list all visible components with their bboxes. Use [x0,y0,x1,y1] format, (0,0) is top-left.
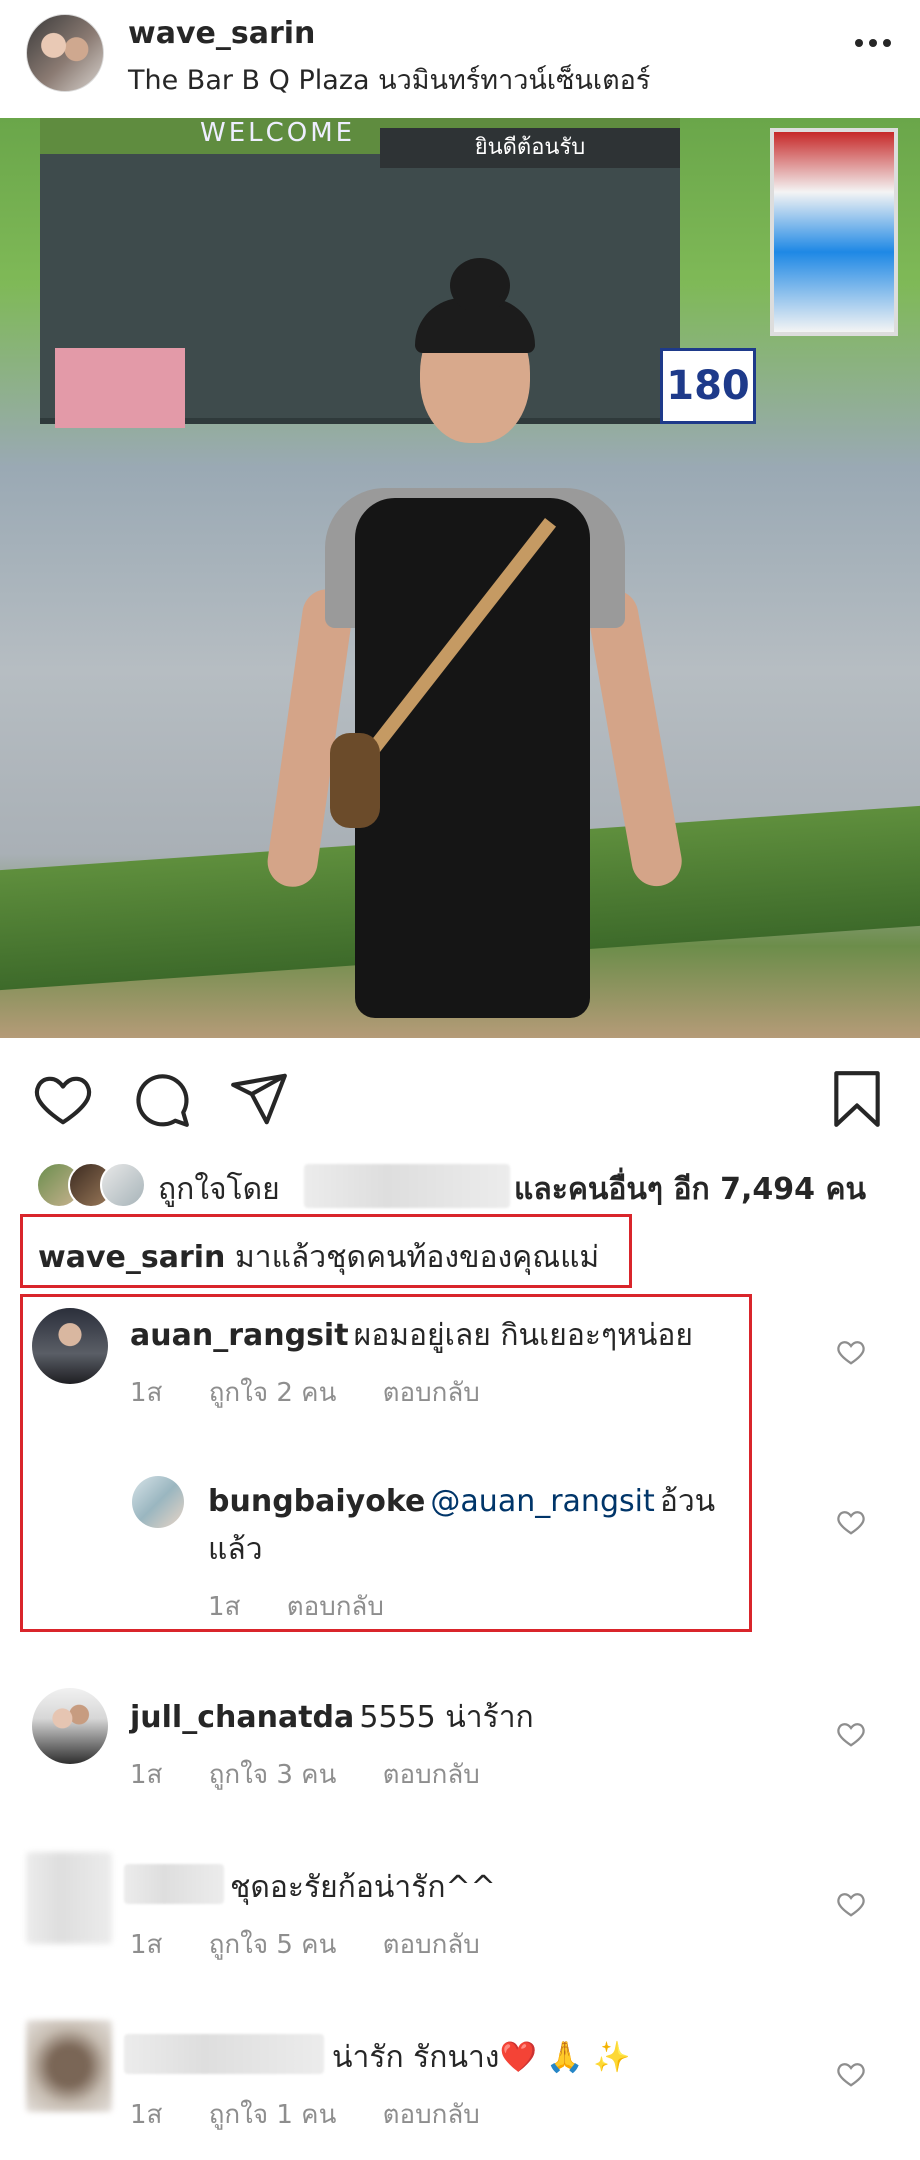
share-icon[interactable] [228,1068,290,1130]
comment-icon[interactable] [130,1068,192,1130]
small-heart-icon[interactable] [836,2060,866,2088]
reply-mention[interactable]: @auan_rangsit [430,1484,654,1519]
comment-username-blurred[interactable] [124,1864,224,1904]
comment-username[interactable]: auan_rangsit [130,1318,349,1353]
comment-like-count[interactable]: ถูกใจ 5 คน [209,1930,337,1960]
comment-text: ชุดอะรัยก้อน่ารัก^^ [230,1870,496,1905]
comment-time: 1ส [130,1930,163,1960]
comment-meta: 1ส ถูกใจ 1 คน ตอบกลับ [130,2094,518,2135]
comment-reply-button[interactable]: ตอบกลับ [383,1930,480,1960]
small-heart-icon[interactable] [836,1338,866,1366]
reply-username[interactable]: bungbaiyoke [208,1484,425,1519]
comment-time: 1ส [130,2100,163,2130]
likes-others-count[interactable]: และคนอื่นๆ อีก 7,494 คน [514,1166,866,1213]
small-heart-icon[interactable] [836,1720,866,1748]
caption-text: มาแล้วชุดคนท้องของคุณแม่ [234,1240,600,1275]
small-heart-icon[interactable] [836,1508,866,1536]
comment-like-count[interactable]: ถูกใจ 3 คน [209,1760,337,1790]
comment-avatar[interactable] [32,1308,108,1384]
reply-avatar[interactable] [132,1476,184,1528]
comment-text: 5555 น่าร้าก [359,1700,534,1735]
comment-meta: 1ส ถูกใจ 3 คน ตอบกลับ [130,1754,518,1795]
comment-meta: 1ส ถูกใจ 2 คน ตอบกลับ [130,1372,518,1413]
photo-bag [330,733,380,828]
comment-reply-button[interactable]: ตอบกลับ [383,2100,480,2130]
comment-like-count[interactable]: ถูกใจ 2 คน [209,1378,337,1408]
bookmark-icon[interactable] [826,1068,888,1130]
post-author-username[interactable]: wave_sarin [128,16,315,51]
comment-body: jull_chanatda 5555 น่าร้าก [130,1694,534,1741]
photo-price-sign: 180 [660,348,756,424]
comment-time: 1ส [130,1378,163,1408]
comment-reply-button[interactable]: ตอบกลับ [383,1760,480,1790]
small-heart-icon[interactable] [836,1890,866,1918]
post-location[interactable]: The Bar B Q Plaza นวมินทร์ทาวน์เซ็นเตอร์ [128,58,650,101]
reply-time: 1ส [208,1592,241,1622]
heart-icon[interactable] [32,1068,94,1130]
photo-person-overalls [355,498,590,1018]
comment-avatar[interactable] [32,1688,108,1764]
comment-text: น่ารัก รักนาง❤️ 🙏 ✨ [332,2040,631,2075]
comment-time: 1ส [130,1760,163,1790]
photo-person-bun [450,258,510,313]
photo-poster [770,128,898,336]
comment-reply-button[interactable]: ตอบกลับ [383,1378,480,1408]
photo-banner-sign: ยินดีต้อนรับ [380,128,680,168]
comment-avatar-blurred[interactable] [26,2020,112,2112]
comment-username-blurred[interactable] [124,2034,324,2074]
reply-reply-button[interactable]: ตอบกลับ [287,1592,384,1622]
more-icon[interactable] [854,38,892,48]
post-author-avatar[interactable] [26,14,104,92]
post-photo[interactable]: ยินดีต้อนรับ WELCOME 180 [0,118,920,1038]
reply-meta: 1ส ตอบกลับ [208,1586,422,1627]
reply-text-line1: อ้วน [659,1484,716,1519]
caption: wave_sarin มาแล้วชุดคนท้องของคุณแม่ [38,1234,599,1281]
blurred-username [304,1164,510,1208]
comment-avatar-blurred[interactable] [26,1852,112,1944]
comment-body: auan_rangsit ผอมอยู่เลย กินเยอะๆหน่อย [130,1312,693,1359]
photo-welcome-sign: WELCOME [200,118,356,148]
liker-avatars[interactable] [36,1162,146,1208]
liker-avatar [100,1162,146,1208]
comment-username[interactable]: jull_chanatda [130,1700,354,1735]
caption-username[interactable]: wave_sarin [38,1240,225,1275]
photo-pink-booth [55,348,185,428]
comment-meta: 1ส ถูกใจ 5 คน ตอบกลับ [130,1924,518,1965]
likes-prefix: ถูกใจโดย [158,1172,280,1207]
reply-body: bungbaiyoke @auan_rangsit อ้วน แล้ว [208,1480,748,1576]
comment-text: ผอมอยู่เลย กินเยอะๆหน่อย [353,1318,694,1353]
reply-text-line2: แล้ว [208,1532,263,1567]
comment-like-count[interactable]: ถูกใจ 1 คน [209,2100,337,2130]
